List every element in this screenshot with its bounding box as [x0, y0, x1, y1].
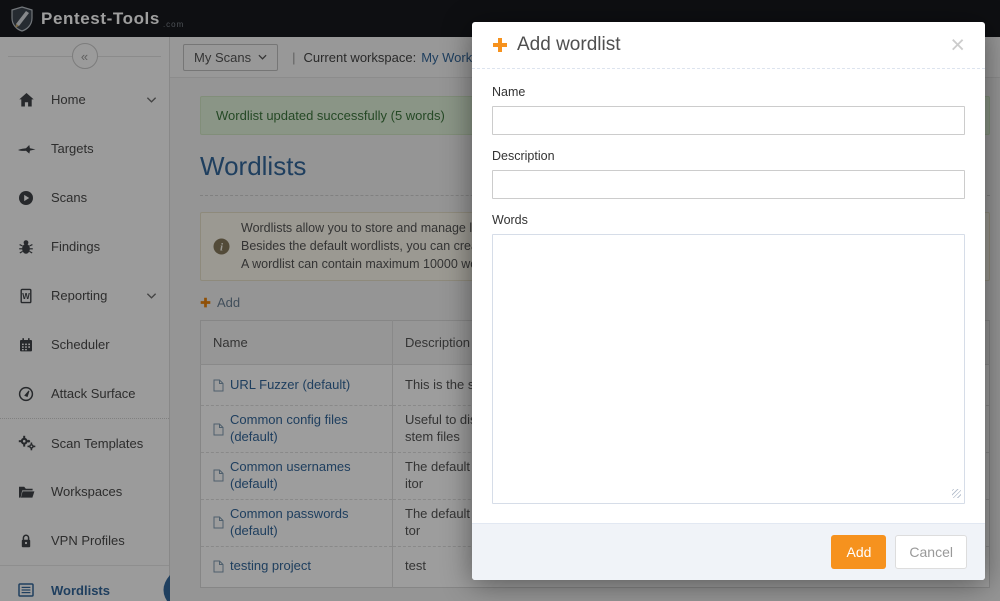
description-label: Description — [492, 149, 965, 163]
plus-icon — [492, 37, 508, 53]
modal-footer: Add Cancel — [472, 523, 985, 580]
resize-grip-icon[interactable] — [952, 489, 961, 498]
modal-header: Add wordlist × — [472, 22, 985, 69]
cancel-button[interactable]: Cancel — [895, 535, 967, 569]
description-field[interactable] — [492, 170, 965, 199]
words-textarea[interactable] — [492, 234, 965, 504]
add-button[interactable]: Add — [831, 535, 886, 569]
modal-title: Add wordlist — [517, 34, 621, 56]
close-icon[interactable]: × — [950, 36, 965, 54]
add-wordlist-modal: Add wordlist × Name Description Words Ad… — [472, 22, 985, 580]
modal-body: Name Description Words — [472, 69, 985, 523]
name-label: Name — [492, 85, 965, 99]
words-label: Words — [492, 213, 965, 227]
name-field[interactable] — [492, 106, 965, 135]
